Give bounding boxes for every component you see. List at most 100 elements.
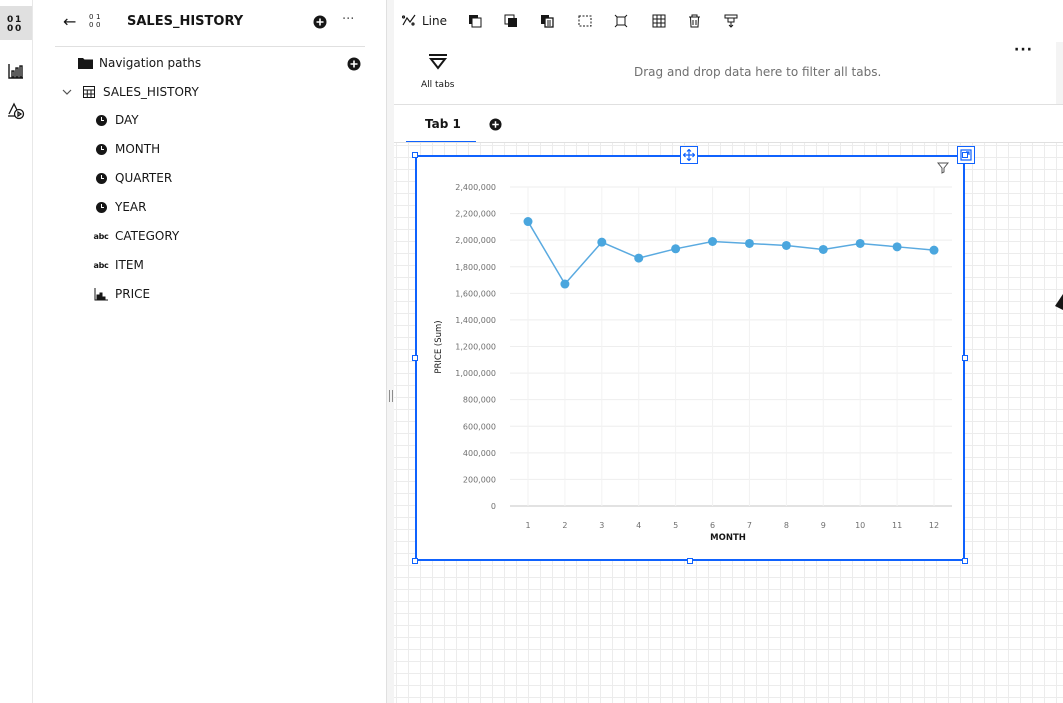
field-label: CATEGORY — [115, 229, 180, 243]
panel-header: ← 0100 SALES_HISTORY ··· — [55, 0, 365, 47]
data-point[interactable] — [671, 244, 681, 254]
y-tick-label: 200,000 — [463, 475, 496, 484]
y-tick-label: 0 — [491, 502, 496, 511]
table-label: SALES_HISTORY — [103, 85, 199, 99]
more-options-icon[interactable]: ··· — [342, 12, 354, 27]
y-tick-label: 600,000 — [463, 422, 496, 431]
resize-handle-nw[interactable] — [412, 152, 418, 158]
svg-text:1: 1 — [96, 13, 100, 21]
x-tick-label: 12 — [929, 521, 939, 530]
y-tick-label: 1,400,000 — [455, 316, 496, 325]
x-tick-label: 10 — [855, 521, 865, 530]
viz-type-button[interactable]: Line — [401, 12, 448, 30]
data-point[interactable] — [744, 238, 754, 248]
x-tick-label: 4 — [636, 521, 641, 530]
folder-icon — [77, 55, 93, 71]
field-label: DAY — [115, 113, 139, 127]
resize-handle-se[interactable] — [962, 558, 968, 564]
measure-icon — [93, 286, 109, 302]
navigation-paths-label: Navigation paths — [99, 56, 202, 70]
svg-text:0: 0 — [89, 13, 93, 21]
send-to-back-icon[interactable] — [504, 12, 518, 30]
data-point[interactable] — [708, 236, 718, 246]
field-item-price[interactable]: PRICE — [93, 281, 363, 307]
move-handle-icon[interactable] — [680, 146, 698, 164]
x-tick-label: 2 — [562, 521, 567, 530]
x-tick-label: 6 — [710, 521, 715, 530]
duplicate-icon[interactable] — [540, 12, 554, 30]
data-point[interactable] — [892, 242, 902, 252]
drill-filter-icon[interactable] — [724, 12, 738, 30]
chevron-down-icon[interactable] — [59, 84, 75, 100]
field-label: PRICE — [115, 287, 151, 301]
data-point[interactable] — [560, 279, 570, 289]
more-options-icon[interactable]: ··· — [1014, 42, 1033, 58]
line-chart-icon — [401, 13, 416, 30]
clock-icon — [93, 112, 109, 128]
back-arrow-icon[interactable]: ← — [63, 12, 76, 31]
resize-handle-s[interactable] — [687, 558, 693, 564]
insights-icon[interactable] — [0, 94, 32, 128]
filter-drop-zone[interactable]: All tabs Drag and drop data here to filt… — [394, 42, 1063, 105]
resize-handle-w[interactable] — [412, 355, 418, 361]
add-navigation-path-icon[interactable] — [347, 56, 361, 75]
bring-to-front-icon[interactable] — [468, 12, 482, 30]
data-point[interactable] — [855, 238, 865, 248]
chart-widget[interactable]: 0 200,000 400,000 600,000 800,000 1,000,000 1,… — [415, 155, 965, 561]
svg-text:0: 0 — [7, 24, 13, 33]
data-point[interactable] — [781, 240, 791, 250]
add-icon[interactable] — [313, 15, 327, 33]
y-tick-label: 2,000,000 — [455, 236, 496, 245]
field-item-day[interactable]: DAY — [93, 107, 363, 133]
x-axis-title: MONTH — [710, 533, 746, 543]
field-item-category[interactable]: abc CATEGORY — [93, 223, 363, 249]
y-axis-title: PRICE (Sum) — [434, 320, 444, 373]
field-item-year[interactable]: YEAR — [93, 194, 363, 220]
text-type-icon: abc — [93, 260, 109, 270]
splitter-grip[interactable] — [389, 390, 393, 402]
y-tick-label: 1,000,000 — [455, 369, 496, 378]
data-point[interactable] — [597, 237, 607, 247]
group-icon[interactable] — [578, 12, 592, 30]
data-point[interactable] — [818, 244, 828, 254]
data-point[interactable] — [634, 253, 644, 263]
x-tick-label: 9 — [821, 521, 826, 530]
add-tab-icon[interactable] — [489, 116, 502, 135]
field-item-month[interactable]: MONTH — [93, 136, 363, 162]
data-point[interactable] — [929, 245, 939, 255]
resize-handle-ne[interactable] — [962, 152, 968, 158]
visualization-toolbar: Line — [394, 0, 1063, 42]
y-tick-label: 1,200,000 — [455, 343, 496, 352]
delete-icon[interactable] — [688, 12, 701, 30]
x-tick-label: 1 — [525, 521, 530, 530]
field-label: YEAR — [115, 200, 147, 214]
y-tick-label: 1,600,000 — [455, 289, 496, 298]
series-line — [527, 221, 935, 286]
y-tick-label: 400,000 — [463, 449, 496, 458]
filterbar-scroll-edge — [1056, 42, 1063, 104]
all-tabs-label: All tabs — [421, 80, 455, 90]
field-item-item[interactable]: abc ITEM — [93, 252, 363, 278]
tab-1[interactable]: Tab 1 — [406, 105, 476, 143]
data-sources-icon[interactable]: 0100 — [0, 6, 32, 40]
resize-handle-e[interactable] — [962, 355, 968, 361]
navigation-paths-row[interactable]: Navigation paths — [77, 50, 367, 76]
table-view-icon[interactable] — [652, 12, 666, 30]
field-item-quarter[interactable]: QUARTER — [93, 165, 363, 191]
canvas-edge-marker — [1054, 292, 1063, 312]
text-type-icon: abc — [93, 231, 109, 241]
resize-handle-sw[interactable] — [412, 558, 418, 564]
clock-icon — [93, 199, 109, 215]
visualizations-icon[interactable] — [0, 54, 32, 88]
tab-label: Tab 1 — [425, 117, 461, 131]
fit-to-widget-icon[interactable] — [614, 12, 628, 30]
table-row-sales-history[interactable]: SALES_HISTORY — [59, 79, 369, 105]
panel-splitter[interactable] — [386, 0, 394, 703]
svg-text:0: 0 — [96, 21, 100, 28]
data-point[interactable] — [523, 217, 533, 227]
viz-type-label: Line — [422, 14, 448, 28]
filter-icon[interactable] — [428, 54, 448, 74]
x-tick-label: 5 — [673, 521, 678, 530]
dataset-title: SALES_HISTORY — [127, 14, 244, 29]
field-label: MONTH — [115, 142, 161, 156]
